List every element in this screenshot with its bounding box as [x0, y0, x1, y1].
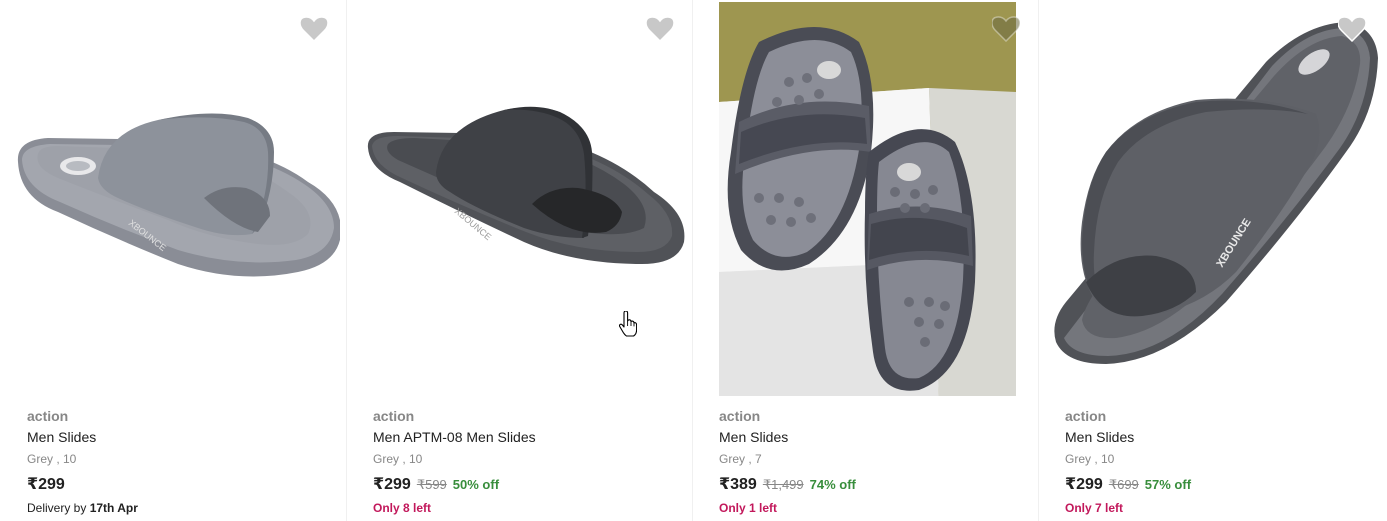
wishlist-heart-icon[interactable]	[300, 16, 328, 42]
product-image[interactable]: XBOUNCE	[8, 2, 340, 396]
product-brand: action	[719, 408, 761, 424]
product-image-area[interactable]: XBOUNCE	[1038, 0, 1384, 400]
product-brand: action	[1065, 408, 1107, 424]
product-title[interactable]: Men APTM-08 Men Slides	[373, 428, 673, 446]
price-row: ₹299	[27, 475, 327, 495]
product-title[interactable]: Men Slides	[719, 428, 1019, 446]
product-title[interactable]: Men Slides	[27, 428, 327, 446]
product-discount: 50% off	[452, 477, 500, 492]
product-image[interactable]: XBOUNCE	[1046, 2, 1378, 396]
product-card[interactable]: XBOUNCE action Men Slides Grey , 10 ₹299…	[0, 0, 346, 521]
product-image[interactable]	[719, 2, 1016, 396]
delivery-prefix: Delivery by	[27, 501, 90, 515]
product-price: ₹299	[373, 476, 411, 493]
product-mrp: ₹599	[416, 477, 447, 492]
stock-note: Only 8 left	[373, 501, 432, 515]
product-brand: action	[373, 408, 415, 424]
product-variant: Grey , 10	[27, 452, 77, 466]
product-variant: Grey , 7	[719, 452, 762, 466]
product-mrp: ₹699	[1108, 477, 1139, 492]
slide-sandal-image: XBOUNCE	[1046, 2, 1378, 396]
product-card[interactable]: XBOUNCE action Men Slides Grey , 10 ₹299…	[1038, 0, 1384, 521]
delivery-info: Delivery by 17th Apr	[27, 501, 327, 515]
product-info[interactable]: action Men Slides Grey , 10 ₹299 Deliver…	[27, 408, 327, 515]
product-mrp: ₹1,499	[762, 477, 804, 492]
wishlist-heart-icon[interactable]	[1338, 16, 1366, 42]
product-info[interactable]: action Men Slides Grey , 7 ₹389 ₹1,499 74%…	[719, 408, 1019, 515]
wishlist-heart-icon[interactable]	[646, 16, 674, 42]
product-variant: Grey , 10	[1065, 452, 1115, 466]
stock-note: Only 7 left	[1065, 501, 1124, 515]
product-brand: action	[27, 408, 69, 424]
product-grid: XBOUNCE action Men Slides Grey , 10 ₹299…	[0, 0, 1387, 521]
slide-pair-photo	[719, 2, 1016, 396]
product-image-area[interactable]: XBOUNCE	[0, 0, 346, 400]
product-variant: Grey , 10	[373, 452, 423, 466]
product-card[interactable]: action Men Slides Grey , 7 ₹389 ₹1,499 74%…	[692, 0, 1038, 521]
product-image-area[interactable]: XBOUNCE	[346, 0, 692, 400]
product-discount: 74% off	[809, 477, 856, 492]
slide-sandal-image: XBOUNCE	[8, 2, 340, 396]
stock-note: Only 1 left	[719, 501, 778, 515]
price-row: ₹299 ₹599 50% off	[373, 475, 673, 495]
product-price: ₹389	[719, 476, 757, 493]
product-price: ₹299	[27, 476, 65, 493]
product-discount: 57% off	[1144, 477, 1192, 492]
product-title[interactable]: Men Slides	[1065, 428, 1365, 446]
product-image-area[interactable]	[692, 0, 1038, 400]
product-info[interactable]: action Men APTM-08 Men Slides Grey , 10 …	[373, 408, 673, 515]
wishlist-heart-icon[interactable]	[992, 16, 1020, 42]
product-card[interactable]: XBOUNCE action Men APTM-08 Men Slides Gr…	[346, 0, 692, 521]
price-row: ₹299 ₹699 57% off	[1065, 475, 1365, 495]
product-info[interactable]: action Men Slides Grey , 10 ₹299 ₹699 57% …	[1065, 408, 1365, 515]
price-row: ₹389 ₹1,499 74% off	[719, 475, 1019, 495]
product-price: ₹299	[1065, 476, 1103, 493]
delivery-date: 17th Apr	[89, 501, 138, 515]
hand-pointer-icon	[618, 310, 638, 337]
